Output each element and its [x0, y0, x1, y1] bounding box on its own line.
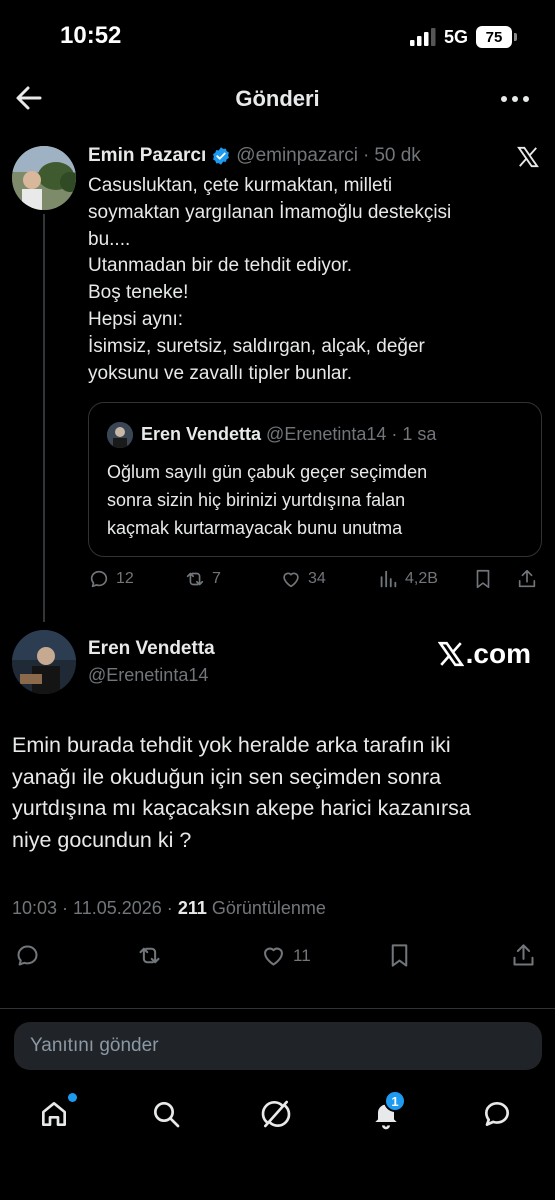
quote-text-line: sonra sizin hiç birinizi yurtdışına fala…	[107, 490, 406, 510]
repost-icon	[186, 572, 204, 586]
like-button[interactable]: 11	[260, 942, 311, 969]
composer-divider	[0, 1008, 555, 1009]
avatar-photo	[12, 146, 76, 210]
views-button[interactable]: 4,2B	[377, 568, 438, 590]
tweet-text-line: İsimsiz, suretsiz, saldırgan, alçak, değ…	[88, 335, 425, 357]
nav-notifications[interactable]: 1	[370, 1090, 406, 1134]
thread-line	[43, 214, 45, 622]
tweet-text-line: yoksunu ve zavallı tipler bunlar.	[88, 362, 353, 384]
home-icon	[42, 1102, 66, 1126]
x-logo-icon	[437, 641, 464, 667]
tweet-text-line: bu....	[88, 228, 131, 250]
separator-dot: ·	[391, 424, 398, 444]
reply-count: 12	[116, 570, 134, 587]
quote-author-row: Eren Vendetta @Erenetinta14 · 1 sa	[141, 424, 436, 445]
avatar-photo	[12, 630, 76, 694]
page-title: Gönderi	[235, 86, 320, 111]
share-button[interactable]	[510, 942, 537, 969]
home-unread-dot	[68, 1093, 77, 1102]
signal-icon	[409, 28, 436, 46]
repost-button[interactable]: 7	[184, 568, 221, 590]
battery-level: 75	[476, 26, 512, 48]
nav-search[interactable]	[150, 1098, 186, 1134]
repost-count: 7	[212, 570, 221, 587]
source-brand-text: .com	[465, 638, 531, 669]
reply-text-line: yanağı ile okuduğun için sen seçimden so…	[12, 764, 442, 789]
notifications-badge: 1	[384, 1090, 406, 1112]
like-button[interactable]: 34	[280, 568, 326, 590]
share-button[interactable]	[516, 568, 538, 590]
quote-text: Oğlum sayılı gün çabuk geçer seçimden so…	[107, 458, 527, 542]
quote-author-avatar	[107, 422, 133, 448]
more-horizontal-icon	[501, 96, 529, 102]
nav-home[interactable]	[38, 1093, 77, 1134]
author-handle[interactable]: @eminpazarci	[236, 145, 358, 167]
reply-icon	[90, 570, 108, 588]
search-icon	[154, 1102, 180, 1128]
reply-text-line: niye gocundun ki ?	[12, 827, 192, 852]
heart-icon	[264, 947, 283, 966]
views-label: Görüntülenme	[211, 898, 326, 918]
tweet-timestamp: 10:03 · 11.05.2026 ·	[12, 898, 173, 918]
views-count: 211	[177, 898, 207, 918]
tweet-text: Casusluktan, çete kurmaktan, milleti soy…	[88, 173, 528, 387]
tweet-text-line: Hepsi aynı:	[88, 308, 184, 330]
nav-messages[interactable]	[481, 1098, 517, 1134]
tweet-author-row: Emin Pazarcı @eminpazarci · 50 dk	[88, 145, 421, 167]
tweet-text-line: soymaktan yargılanan İmamoğlu destekçisi	[88, 201, 452, 223]
grok-icon	[261, 1100, 291, 1128]
views-count: 4,2B	[405, 570, 438, 587]
quote-author-name: Eren Vendetta	[141, 424, 262, 444]
bookmark-button[interactable]	[386, 942, 413, 969]
like-count: 34	[308, 570, 326, 587]
reply-text: Emin burada tehdit yok heralde arka tara…	[12, 730, 547, 856]
messages-icon	[485, 1102, 509, 1126]
battery-icon: 75	[476, 26, 517, 48]
reply-author-name[interactable]: Eren Vendetta	[88, 638, 215, 660]
quote-text-line: kaçmak kurtarmayacak bunu unutma	[107, 518, 403, 538]
author-name[interactable]: Emin Pazarcı	[88, 145, 206, 167]
reply-text-line: Emin burada tehdit yok heralde arka tara…	[12, 733, 451, 757]
reply-button[interactable]	[14, 942, 41, 969]
heart-icon	[283, 572, 299, 588]
reply-input[interactable]: Yanıtını gönder	[14, 1022, 542, 1070]
tweet-meta: 10:03 · 11.05.2026 · 211 Görüntülenme	[12, 898, 326, 919]
bookmark-button[interactable]	[472, 568, 494, 590]
reply-text-line: yurtdışına mı kaçacaksın akepe harici ka…	[12, 796, 471, 820]
more-button[interactable]	[501, 96, 529, 102]
network-type: 5G	[443, 26, 468, 47]
author-avatar[interactable]	[12, 146, 76, 210]
quoted-tweet[interactable]: Eren Vendetta @Erenetinta14 · 1 sa Oğlum…	[88, 402, 542, 557]
source-brand: .com	[437, 638, 531, 670]
tweet-text-line: Casusluktan, çete kurmaktan, milleti	[88, 175, 393, 196]
tweet-time: 50 dk	[374, 145, 421, 166]
tweet-actions: 12 7 34 4,2B	[88, 568, 542, 594]
x-logo-icon	[517, 146, 539, 168]
bookmark-icon	[391, 944, 408, 967]
reply-author-avatar[interactable]	[12, 630, 76, 694]
verified-badge-icon	[213, 147, 230, 165]
nav-grok[interactable]	[260, 1098, 296, 1134]
repost-icon	[139, 947, 160, 964]
reply-icon	[17, 945, 38, 966]
tweet-text-line: Utanmadan bir de tehdit ediyor.	[88, 255, 353, 277]
status-indicators: 5G 75	[409, 26, 517, 48]
reply-button[interactable]: 12	[88, 568, 134, 590]
like-count: 11	[293, 945, 311, 965]
share-icon	[518, 569, 536, 588]
quote-author-handle: @Erenetinta14	[266, 424, 387, 444]
reply-author-handle[interactable]: @Erenetinta14	[88, 665, 208, 686]
views-icon	[380, 570, 397, 588]
quote-text-line: Oğlum sayılı gün çabuk geçer seçimden	[107, 462, 428, 482]
reply-tweet-actions: 11	[14, 942, 540, 972]
quote-time: 1 sa	[402, 424, 437, 444]
share-icon	[513, 944, 534, 966]
status-time: 10:52	[60, 22, 122, 49]
repost-button[interactable]	[136, 942, 163, 969]
bookmark-icon	[476, 569, 490, 589]
tweet-text-line: Boş teneke!	[88, 282, 189, 304]
separator-dot: ·	[363, 145, 370, 166]
